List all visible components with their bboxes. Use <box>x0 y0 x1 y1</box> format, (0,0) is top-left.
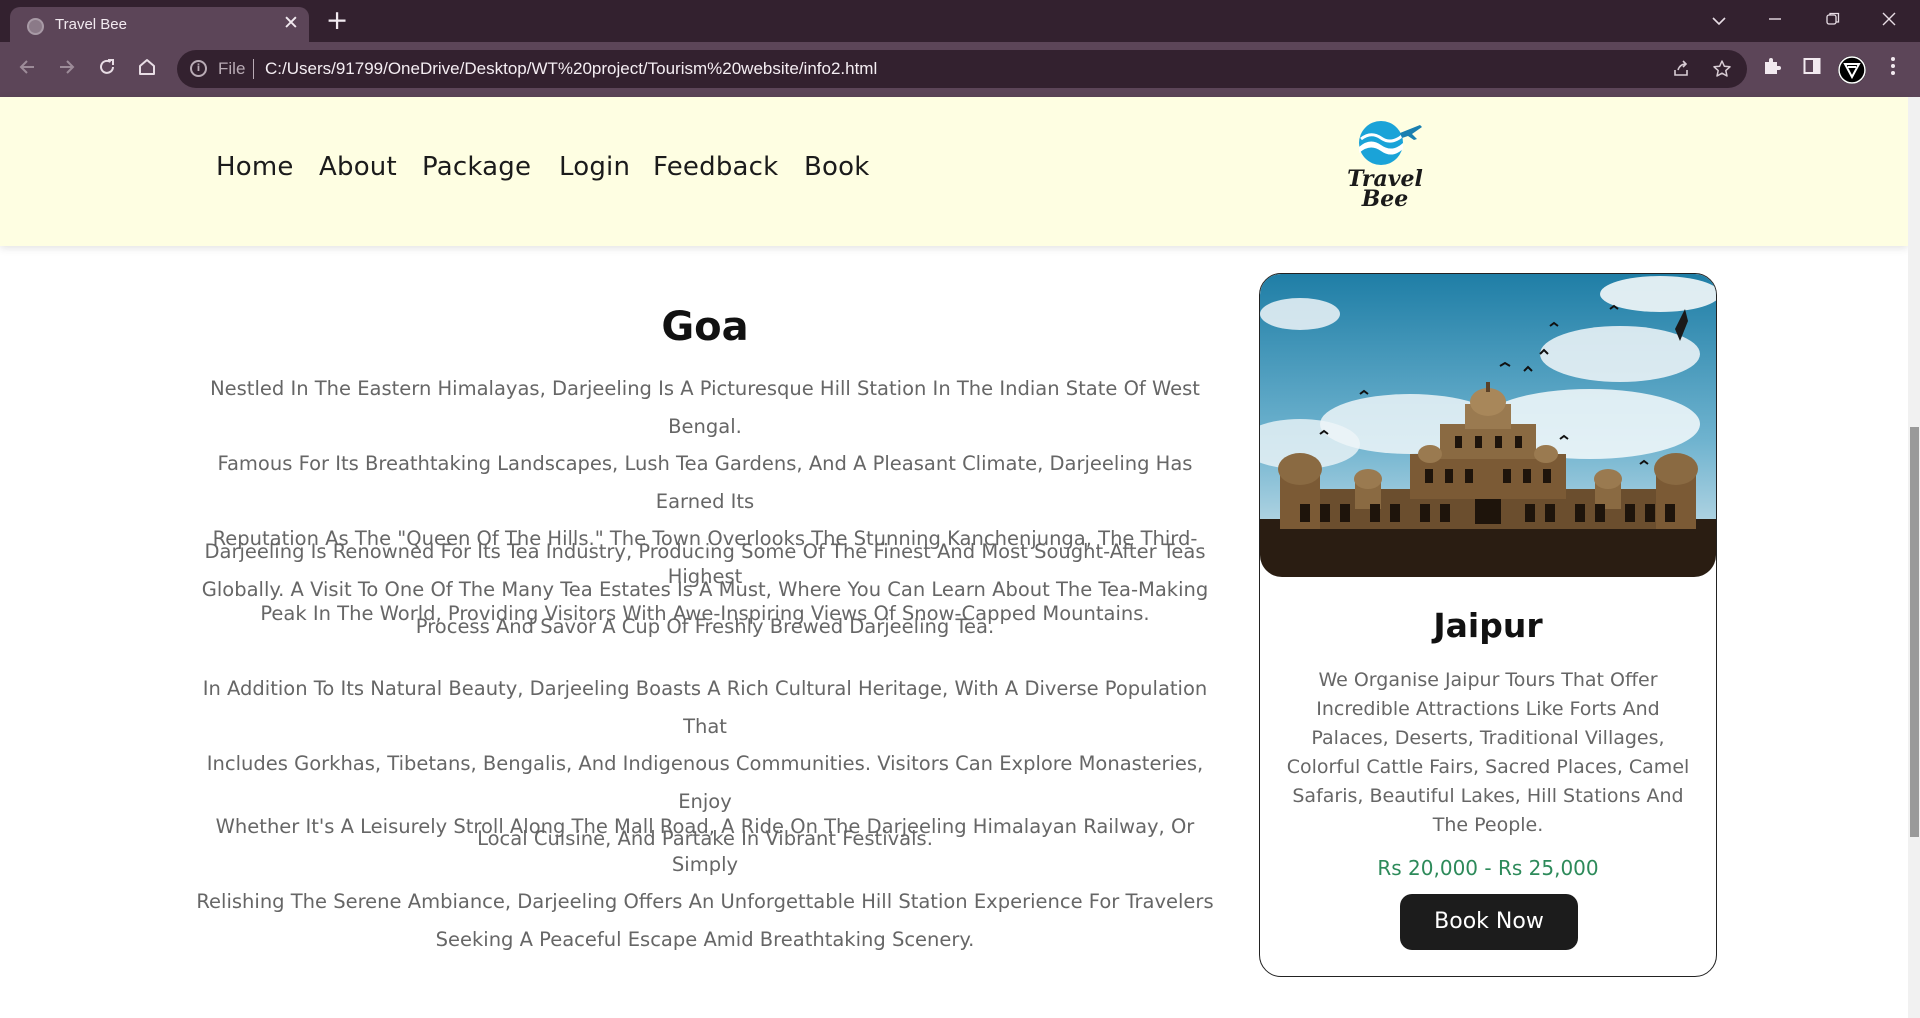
article-paragraph: Darjeeling Is Renowned For Its Tea Indus… <box>190 533 1220 646</box>
price-range: Rs 20,000 - Rs 25,000 <box>1377 856 1599 880</box>
forward-icon[interactable] <box>53 56 81 84</box>
card-title: Jaipur <box>1433 606 1543 645</box>
home-icon[interactable] <box>133 56 161 84</box>
book-now-button[interactable]: Book Now <box>1400 894 1578 950</box>
browser-tab-strip: Travel Bee ✕ + <box>0 0 1920 42</box>
description-line: Palaces, Deserts, Traditional Villages, <box>1311 727 1665 749</box>
paragraph-line: Globally. A Visit To One Of The Many Tea… <box>201 577 1209 601</box>
paragraph-line: Seeking A Peaceful Escape Amid Breathtak… <box>435 927 975 951</box>
address-bar[interactable]: i File C:/Users/91799/OneDrive/Desktop/W… <box>177 50 1747 88</box>
paragraph-line: Darjeeling Is Renowned For Its Tea Indus… <box>204 540 1206 563</box>
nav-feedback[interactable]: Feedback <box>653 152 778 182</box>
divider <box>253 59 254 79</box>
paragraph-line: In Addition To Its Natural Beauty, Darje… <box>202 677 1208 738</box>
paragraph-line: Process And Savor A Cup Of Freshly Brewe… <box>415 615 995 638</box>
description-line: We Organise Jaipur Tours That Offer <box>1318 669 1658 691</box>
nav-book[interactable]: Book <box>804 152 870 182</box>
nav-home[interactable]: Home <box>216 152 294 182</box>
site-header: Home About Package Login Feedback Book T… <box>0 97 1908 246</box>
back-icon[interactable] <box>13 56 41 84</box>
plus-icon[interactable]: + <box>322 6 352 36</box>
nav-package[interactable]: Package <box>422 152 531 182</box>
paragraph-line: Relishing The Serene Ambiance, Darjeelin… <box>196 890 1214 913</box>
paragraph-line: Famous For Its Breathtaking Landscapes, … <box>217 452 1193 513</box>
description-line: The People. <box>1432 814 1544 836</box>
scrollbar-thumb[interactable] <box>1910 427 1919 837</box>
profile-icon[interactable] <box>1838 56 1866 84</box>
paragraph-line: Whether It's A Leisurely Stroll Along Th… <box>215 815 1195 876</box>
close-icon[interactable]: ✕ <box>280 12 302 34</box>
tour-card-jaipur: Jaipur We Organise Jaipur Tours That Off… <box>1259 273 1717 977</box>
card-description: We Organise Jaipur Tours That Offer Incr… <box>1286 666 1690 840</box>
page-viewport: Home About Package Login Feedback Book T… <box>0 97 1920 1018</box>
description-line: Safaris, Beautiful Lakes, Hill Stations … <box>1292 785 1684 807</box>
url-text[interactable]: C:/Users/91799/OneDrive/Desktop/WT%20pro… <box>265 59 877 79</box>
jaipur-palace-image <box>1260 274 1716 577</box>
browser-tab[interactable]: Travel Bee ✕ <box>10 7 309 42</box>
paragraph-line: Nestled In The Eastern Himalayas, Darjee… <box>210 377 1200 438</box>
globe-icon <box>27 18 44 35</box>
nav-login[interactable]: Login <box>559 152 630 182</box>
browser-toolbar: i File C:/Users/91799/OneDrive/Desktop/W… <box>0 42 1920 97</box>
travel-bee-logo[interactable]: Travel Bee <box>1340 119 1430 211</box>
logo-text-bee: Bee <box>1361 186 1409 212</box>
minimize-icon[interactable] <box>1752 4 1798 38</box>
nav-about[interactable]: About <box>319 152 397 182</box>
menu-icon[interactable] <box>1879 56 1907 84</box>
reload-icon[interactable] <box>93 56 121 84</box>
restore-icon[interactable] <box>1810 4 1856 38</box>
tab-title: Travel Bee <box>55 16 127 33</box>
close-window-icon[interactable] <box>1866 4 1912 38</box>
article-paragraph: Whether It's A Leisurely Stroll Along Th… <box>190 808 1220 958</box>
star-icon[interactable] <box>1711 59 1733 81</box>
logo-emblem-icon <box>1359 121 1422 165</box>
description-line: Incredible Attractions Like Forts And <box>1316 698 1660 720</box>
description-line: Colorful Cattle Fairs, Sacred Places, Ca… <box>1286 756 1690 778</box>
info-icon[interactable]: i <box>190 60 207 77</box>
file-label: File <box>218 59 246 78</box>
puzzle-icon[interactable] <box>1758 56 1786 84</box>
page-title: Goa <box>661 304 749 350</box>
share-icon[interactable] <box>1670 59 1692 81</box>
sidebar-icon[interactable] <box>1798 56 1826 84</box>
chevron-down-icon[interactable] <box>1696 4 1742 38</box>
paragraph-line: Includes Gorkhas, Tibetans, Bengalis, An… <box>206 752 1204 813</box>
